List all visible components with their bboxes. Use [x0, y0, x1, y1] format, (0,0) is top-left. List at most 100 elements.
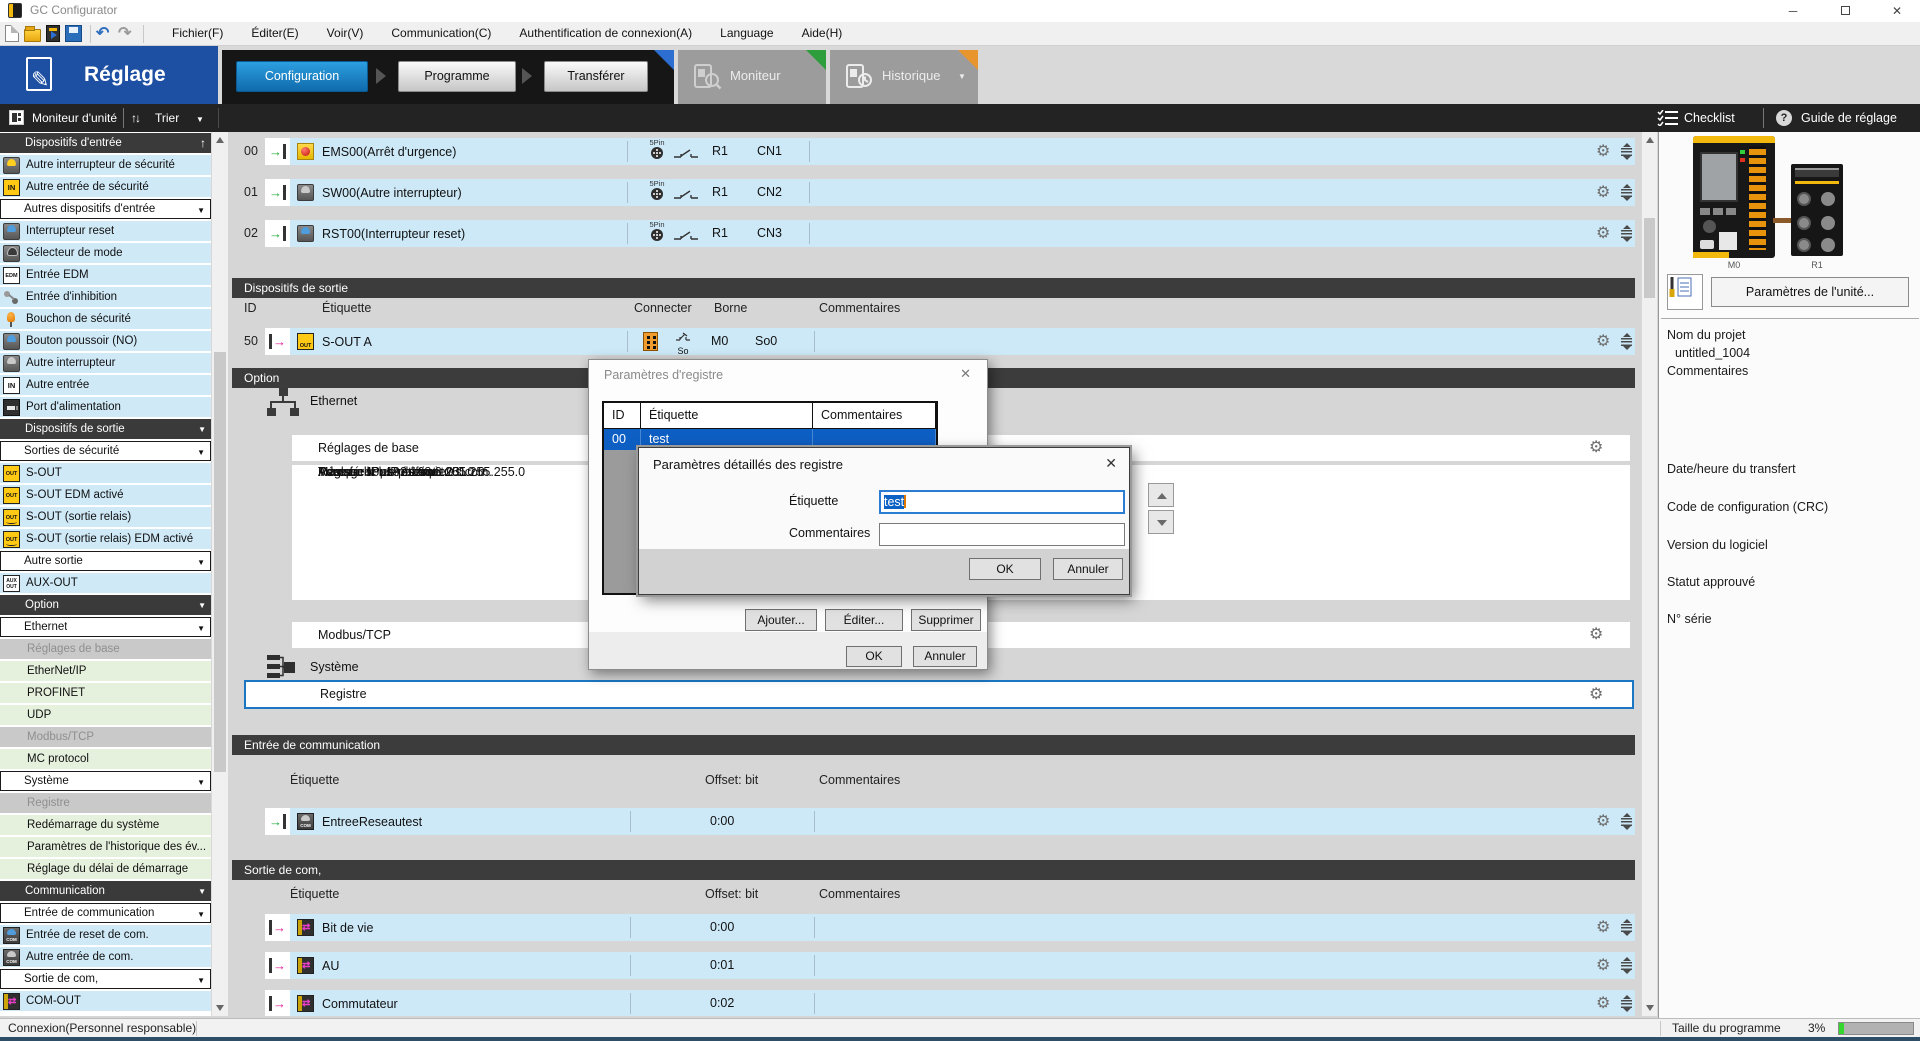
comments-input[interactable]	[879, 523, 1125, 546]
sidebar-item[interactable]: Autre entrée	[0, 375, 211, 395]
gear-icon[interactable]	[1589, 686, 1606, 703]
row-bar[interactable]: RST00(Interrupteur reset) 5Pin R1 CN3	[265, 220, 1635, 247]
redo-icon[interactable]	[118, 25, 135, 42]
chevron-down-icon[interactable]: ▼	[196, 115, 204, 124]
menu-item[interactable]: Fichier(F)	[158, 22, 237, 45]
add-button[interactable]: Ajouter...	[745, 609, 817, 631]
sidebar-item[interactable]: Entrée de communication	[0, 903, 211, 923]
sidebar-item[interactable]: Bouchon de sécurité	[0, 309, 211, 329]
register-row[interactable]: Registre	[244, 680, 1634, 709]
unit-monitor-button[interactable]: Moniteur d'unité	[32, 104, 117, 132]
drag-handle-icon[interactable]	[1620, 957, 1633, 974]
tab-configuration[interactable]: Configuration	[236, 61, 368, 92]
tab-checklist[interactable]: Checklist	[1684, 104, 1735, 132]
sidebar-item[interactable]: Interrupteur reset	[0, 221, 211, 241]
tab-guide[interactable]: Guide de réglage	[1801, 104, 1897, 132]
menu-item[interactable]: Voir(V)	[313, 22, 378, 45]
row-bar[interactable]: Bit de vie 0:00	[265, 914, 1635, 941]
gear-icon[interactable]	[1596, 184, 1613, 201]
sidebar-item[interactable]: Autre interrupteur	[0, 353, 211, 373]
sidebar-item[interactable]: UDP	[0, 705, 211, 725]
table-row[interactable]: 50 S-OUT A So M0 So0	[232, 328, 1635, 355]
table-row[interactable]: EntreeReseautest 0:00	[232, 808, 1635, 835]
row-bar[interactable]: SW00(Autre interrupteur) 5Pin R1 CN2	[265, 179, 1635, 206]
table-row[interactable]: 02 RST00(Interrupteur reset) 5Pin R1 CN3	[232, 220, 1635, 247]
sidebar-item[interactable]: AUX-OUT	[0, 573, 211, 593]
scroll-up-icon[interactable]	[216, 137, 224, 143]
drag-handle-icon[interactable]	[1620, 813, 1633, 830]
drag-handle-icon[interactable]	[1620, 143, 1633, 160]
sidebar-item[interactable]: Paramètres de l'historique des év...	[0, 837, 211, 857]
ok-button[interactable]: OK	[969, 558, 1041, 580]
sidebar-item[interactable]: Sortie de com,	[0, 969, 211, 989]
sidebar-item[interactable]: Autre interrupteur de sécurité	[0, 155, 211, 175]
table-row[interactable]: 01 SW00(Autre interrupteur) 5Pin R1 CN2	[232, 179, 1635, 206]
menu-item[interactable]: Language	[706, 22, 787, 45]
scroll-up-icon[interactable]	[1646, 137, 1654, 143]
sidebar-item[interactable]: Autres dispositifs d'entrée	[0, 199, 211, 219]
menu-item[interactable]: Authentification de connexion(A)	[505, 22, 706, 45]
write-unit-icon[interactable]	[46, 25, 60, 42]
scrollbar-thumb[interactable]	[1644, 218, 1655, 298]
sidebar-item[interactable]: Registre	[0, 793, 211, 813]
sidebar-item[interactable]: Entrée de reset de com.	[0, 925, 211, 945]
sidebar-item[interactable]: Réglage du délai de démarrage	[0, 859, 211, 879]
sidebar-item[interactable]: Sorties de sécurité	[0, 441, 211, 461]
drag-handle-icon[interactable]	[1620, 184, 1633, 201]
cancel-button[interactable]: Annuler	[1053, 558, 1123, 580]
sidebar-item[interactable]: Bouton poussoir (NO)	[0, 331, 211, 351]
sort-button[interactable]: Trier	[155, 104, 179, 132]
edit-button[interactable]: Éditer...	[825, 609, 903, 631]
menu-item[interactable]: Aide(H)	[788, 22, 857, 45]
drag-handle-icon[interactable]	[1620, 225, 1633, 242]
sidebar-item[interactable]: Option	[0, 595, 211, 615]
drag-handle-icon[interactable]	[1620, 995, 1633, 1012]
close-button[interactable]: ✕	[1874, 0, 1920, 22]
save-icon[interactable]	[65, 25, 82, 42]
main-scrollbar[interactable]	[1641, 132, 1657, 1016]
sidebar-item[interactable]: S-OUT (sortie relais)	[0, 507, 211, 527]
row-bar[interactable]: Commutateur 0:02	[265, 990, 1635, 1016]
sidebar-item[interactable]: Sélecteur de mode	[0, 243, 211, 263]
sidebar-item[interactable]: Communication	[0, 881, 211, 901]
table-row[interactable]: 00 EMS00(Arrêt d'urgence) 5Pin R1 CN1	[232, 138, 1635, 165]
gear-icon[interactable]	[1596, 333, 1613, 350]
sidebar-item[interactable]: Dispositifs de sortie	[0, 419, 211, 439]
row-bar[interactable]: EntreeReseautest 0:00	[265, 808, 1635, 835]
sidebar-item[interactable]: Autre sortie	[0, 551, 211, 571]
gear-icon[interactable]	[1596, 813, 1613, 830]
unit-tools-button[interactable]	[1667, 274, 1703, 310]
table-row[interactable]: AU 0:01	[232, 952, 1635, 979]
gear-icon[interactable]	[1596, 919, 1613, 936]
undo-icon[interactable]	[96, 25, 113, 42]
sidebar-item[interactable]: Réglages de base	[0, 639, 211, 659]
drag-handle-icon[interactable]	[1620, 333, 1633, 350]
sidebar-item[interactable]: Autre entrée de sécurité	[0, 177, 211, 197]
ok-button[interactable]: OK	[846, 646, 902, 667]
tab-programme[interactable]: Programme	[398, 61, 516, 92]
sidebar-item[interactable]: S-OUT EDM activé	[0, 485, 211, 505]
sidebar-item[interactable]: Entrée EDM	[0, 265, 211, 285]
move-down-button[interactable]	[1148, 510, 1174, 534]
sidebar-item[interactable]: MC protocol	[0, 749, 211, 769]
move-up-button[interactable]	[1148, 483, 1174, 507]
sidebar-item[interactable]: Redémarrage du système	[0, 815, 211, 835]
label-input[interactable]: test	[879, 490, 1125, 514]
sidebar-item[interactable]: Système	[0, 771, 211, 791]
scroll-down-icon[interactable]	[1646, 1005, 1654, 1011]
row-bar[interactable]: AU 0:01	[265, 952, 1635, 979]
maximize-button[interactable]	[1822, 0, 1868, 22]
gear-icon[interactable]	[1596, 957, 1613, 974]
drag-handle-icon[interactable]	[1620, 919, 1633, 936]
sidebar-item[interactable]: Port d'alimentation	[0, 397, 211, 417]
scrollbar-thumb[interactable]	[214, 352, 226, 772]
sidebar-item[interactable]: COM-OUT	[0, 991, 211, 1011]
close-icon[interactable]: ✕	[1105, 455, 1117, 472]
scroll-down-icon[interactable]	[216, 1005, 224, 1011]
menu-item[interactable]: Éditer(E)	[237, 22, 312, 45]
sidebar-scrollbar[interactable]	[211, 132, 228, 1016]
sidebar-item[interactable]: Ethernet	[0, 617, 211, 637]
gear-icon[interactable]	[1596, 143, 1613, 160]
sidebar-item[interactable]: Entrée d'inhibition	[0, 287, 211, 307]
row-bar[interactable]: EMS00(Arrêt d'urgence) 5Pin R1 CN1	[265, 138, 1635, 165]
